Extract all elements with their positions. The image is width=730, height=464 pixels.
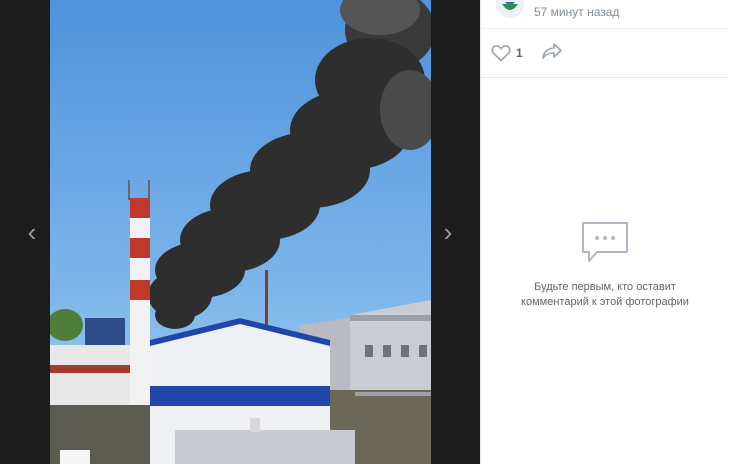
share-arrow-icon <box>542 43 562 59</box>
previous-photo-arrow-icon[interactable]: ‹ <box>20 218 44 246</box>
avatar-emblem-icon <box>496 0 524 18</box>
photo-viewer: ‹ › <box>0 0 480 464</box>
comments-bubble-icon <box>582 222 628 262</box>
like-count: 1 <box>516 46 523 60</box>
actions-row: 1 <box>481 29 729 78</box>
photo-image <box>50 0 431 464</box>
info-panel: 57 минут назад 1 Будьте первым, кто оста… <box>480 0 730 464</box>
photo[interactable] <box>50 0 431 464</box>
empty-comments-text: Будьте первым, кто оставит комментарий к… <box>521 281 689 308</box>
avatar[interactable] <box>496 0 524 18</box>
post-time[interactable]: 57 минут назад <box>534 5 619 19</box>
share-button[interactable] <box>541 41 565 65</box>
author-row: 57 минут назад <box>481 0 729 29</box>
next-photo-arrow-icon[interactable]: › <box>436 218 460 246</box>
empty-comments: Будьте первым, кто оставит комментарий к… <box>481 220 729 310</box>
like-button[interactable]: 1 <box>491 41 523 65</box>
heart-icon <box>491 45 511 62</box>
